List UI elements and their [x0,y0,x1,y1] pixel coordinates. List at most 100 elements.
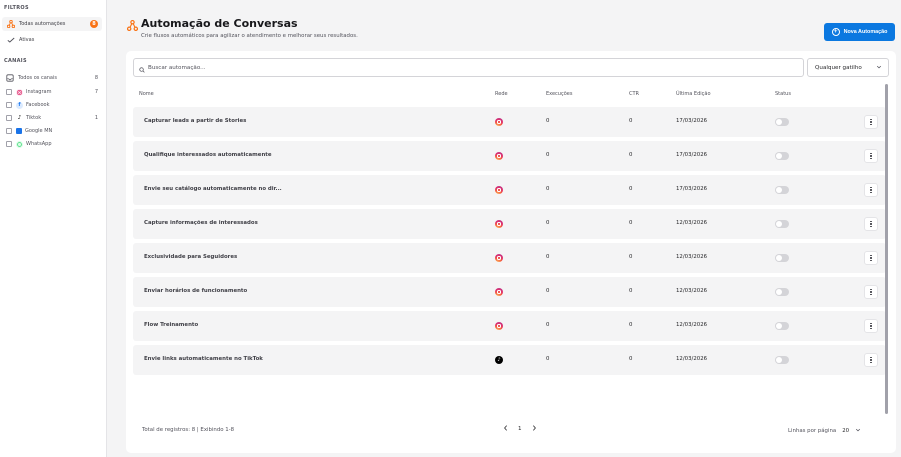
checkbox[interactable] [6,115,12,121]
executions-value: 0 [546,220,550,226]
channel-google-mn[interactable]: Google MN [6,125,98,137]
executions-value: 0 [546,356,550,362]
last-edit-value: 12/03/2026 [676,254,708,260]
last-edit-value: 12/03/2026 [676,288,708,294]
header-network[interactable]: Rede [495,91,508,97]
checkbox[interactable] [6,89,12,95]
next-page-icon[interactable] [532,425,537,433]
header-executions[interactable]: Execuções [546,91,572,97]
status-toggle[interactable] [775,220,789,228]
last-edit-value: 17/03/2026 [676,118,708,124]
status-toggle[interactable] [775,288,789,296]
automation-name[interactable]: Capture informações de interessados [144,220,258,226]
ctr-value: 0 [629,220,633,226]
channel-all[interactable]: Todos os canais 8 [6,72,98,84]
header-name[interactable]: Nome [139,91,154,97]
last-edit-value: 12/03/2026 [676,356,708,362]
previous-page-icon[interactable] [503,425,508,433]
automation-name[interactable]: Capturar leads a partir de Stories [144,118,246,124]
pagination: 1 [498,425,542,433]
header-ctr[interactable]: CTR [629,91,639,97]
status-toggle[interactable] [775,186,789,194]
table-row[interactable]: Qualifique interessados automaticamente 0… [133,141,886,171]
table-row[interactable]: Envie seu catálogo automaticamente no di… [133,175,886,205]
more-options-icon[interactable] [864,285,878,299]
filter-label: Ativas [19,37,35,43]
automation-name[interactable]: Qualifique interessados automaticamente [144,152,272,158]
executions-value: 0 [546,118,550,124]
search-box[interactable] [133,58,804,77]
header-last-edit[interactable]: Última Edição [676,91,711,97]
executions-value: 0 [546,288,550,294]
channel-whatsapp[interactable]: WhatsApp [6,138,98,150]
channel-label: Instagram [26,89,52,95]
status-toggle[interactable] [775,254,789,262]
channel-facebook[interactable]: f Facebook [6,99,98,111]
automation-name[interactable]: Exclusividade para Seguidores [144,254,237,260]
table-row[interactable]: Exclusividade para Seguidores 0 0 12/03/202… [133,243,886,273]
more-options-icon[interactable] [864,217,878,231]
channel-tiktok[interactable]: ♪ Tiktok 1 [6,112,98,124]
page-title: Automação de Conversas [141,17,298,30]
instagram-icon [495,254,503,262]
search-input[interactable] [148,64,788,71]
more-options-icon[interactable] [864,183,878,197]
automation-name[interactable]: Envie seu catálogo automaticamente no di… [144,186,282,192]
more-options-icon[interactable] [864,319,878,333]
header-status[interactable]: Status [775,91,791,97]
more-options-icon[interactable] [864,149,878,163]
channels-title: CANAIS [4,58,27,64]
last-edit-value: 12/03/2026 [676,220,708,226]
table-row[interactable]: Capture informações de interessados 0 0 12/… [133,209,886,239]
automation-icon [6,20,15,29]
filter-active[interactable]: Ativas [2,33,102,47]
table-row[interactable]: Envie links automaticamente no TikTok ♪ 0 0… [133,345,886,375]
current-page[interactable]: 1 [518,426,522,432]
last-edit-value: 12/03/2026 [676,322,708,328]
vertical-scrollbar[interactable] [885,84,888,414]
search-icon [139,58,145,77]
google-mn-icon [16,128,22,134]
more-options-icon[interactable] [864,251,878,265]
more-options-icon[interactable] [864,353,878,367]
ctr-value: 0 [629,322,633,328]
checkbox[interactable] [6,102,12,108]
more-options-icon[interactable] [864,115,878,129]
automations-card: Qualquer gatilho Nome Rede Execuções CTR… [126,51,896,453]
status-toggle[interactable] [775,118,789,126]
rows-per-page-value: 20 [842,428,850,434]
trigger-select-value: Qualquer gatilho [815,64,862,71]
instagram-icon [495,322,503,330]
status-toggle[interactable] [775,322,789,330]
last-edit-value: 17/03/2026 [676,152,708,158]
instagram-icon [16,88,23,96]
table-row[interactable]: Enviar horários de funcionamento 0 0 12/03/… [133,277,886,307]
facebook-icon: f [16,101,23,109]
rows-per-page[interactable]: Linhas por página 20 [788,427,861,435]
filters-title: FILTROS [4,5,29,11]
table-row[interactable]: Flow Treinamento 0 0 12/03/2026 [133,311,886,341]
channel-label: Google MN [25,128,53,134]
status-toggle[interactable] [775,356,789,364]
automation-name[interactable]: Enviar horários de funcionamento [144,288,247,294]
new-automation-button[interactable]: + Nova Automação [824,23,895,41]
instagram-icon [495,186,503,194]
checkbox[interactable] [6,128,12,134]
channel-instagram[interactable]: Instagram 7 [6,86,98,98]
status-toggle[interactable] [775,152,789,160]
page-subtitle: Crie fluxos automáticos para agilizar o … [141,33,358,39]
filter-all-automations[interactable]: Todas automações 8 [2,17,102,31]
count-badge: 8 [90,20,98,28]
table-row[interactable]: Capturar leads a partir de Stories 0 0 17/0… [133,107,886,137]
trigger-select[interactable]: Qualquer gatilho [807,58,889,77]
automation-name[interactable]: Envie links automaticamente no TikTok [144,356,263,362]
channel-count: 8 [94,75,98,81]
instagram-icon [495,288,503,296]
tiktok-icon: ♪ [17,115,22,121]
ctr-value: 0 [629,118,633,124]
ctr-value: 0 [629,152,633,158]
instagram-icon [495,152,503,160]
channel-count: 1 [94,115,98,121]
checkbox[interactable] [6,141,12,147]
automation-name[interactable]: Flow Treinamento [144,322,198,328]
